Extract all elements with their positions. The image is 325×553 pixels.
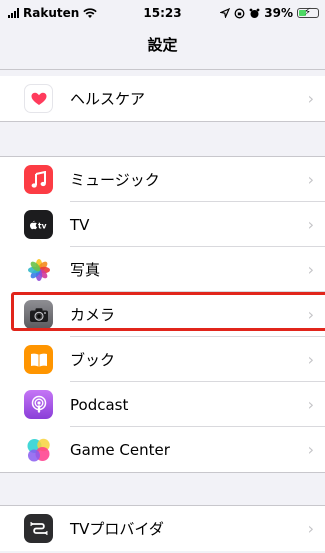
location-arrow-icon — [220, 8, 231, 18]
settings-row-tv-provider[interactable]: TVプロバイダ › — [0, 506, 325, 551]
game-center-icon — [24, 435, 53, 464]
orientation-lock-icon — [234, 8, 245, 18]
apple-tv-icon: tv — [24, 210, 53, 239]
music-note-icon — [24, 165, 53, 194]
chevron-right-icon: › — [307, 170, 314, 189]
settings-group-health: ヘルスケア › — [0, 76, 325, 121]
nav-divider — [0, 69, 325, 70]
battery-percent: 39% — [264, 6, 293, 20]
settings-group-media: ミュージック › tv TV › 写真 › カメラ › ブック › Podcas… — [0, 157, 325, 472]
settings-row-podcast[interactable]: Podcast › — [0, 382, 325, 427]
chevron-right-icon: › — [307, 519, 314, 538]
chevron-right-icon: › — [307, 260, 314, 279]
settings-row-books[interactable]: ブック › — [0, 337, 325, 382]
settings-row-label: TV — [70, 215, 90, 234]
chevron-right-icon: › — [307, 395, 314, 414]
cellular-signal-icon — [8, 8, 19, 18]
settings-row-label: ブック — [70, 351, 116, 369]
group-divider — [0, 121, 325, 122]
page-title: 設定 — [147, 36, 178, 54]
group-divider — [0, 472, 325, 473]
settings-row-label: ヘルスケア — [70, 90, 146, 108]
carrier-label: Rakuten — [23, 6, 80, 20]
heart-icon — [24, 84, 53, 113]
photos-flower-icon — [24, 255, 53, 284]
charging-bolt-icon: ⚡ — [304, 7, 312, 18]
chevron-right-icon: › — [307, 215, 314, 234]
settings-row-label: ミュージック — [70, 171, 160, 189]
settings-row-label: Podcast — [70, 395, 129, 414]
settings-row-label: カメラ — [70, 306, 116, 324]
settings-row-photos[interactable]: 写真 › — [0, 247, 325, 292]
chevron-right-icon: › — [307, 305, 314, 324]
tv-provider-icon — [24, 514, 53, 543]
status-left: Rakuten — [8, 6, 97, 20]
settings-row-camera[interactable]: カメラ › — [0, 292, 325, 337]
podcast-icon — [24, 390, 53, 419]
settings-row-music[interactable]: ミュージック › — [0, 157, 325, 202]
status-bar: Rakuten 15:23 39% ⚡ — [0, 0, 325, 26]
settings-row-label: TVプロバイダ — [70, 520, 164, 538]
alarm-icon — [249, 8, 260, 18]
settings-row-health[interactable]: ヘルスケア › — [0, 76, 325, 121]
settings-row-label: 写真 — [70, 261, 101, 279]
wifi-icon — [83, 7, 97, 18]
battery-icon: ⚡ — [297, 7, 319, 18]
settings-row-game-center[interactable]: Game Center › — [0, 427, 325, 472]
book-icon — [24, 345, 53, 374]
svg-text:tv: tv — [38, 221, 47, 229]
chevron-right-icon: › — [307, 89, 314, 108]
status-right: 39% ⚡ — [220, 6, 319, 20]
chevron-right-icon: › — [307, 350, 314, 369]
settings-row-label: Game Center — [70, 440, 170, 459]
settings-group-provider: TVプロバイダ › — [0, 506, 325, 551]
settings-row-tv[interactable]: tv TV › — [0, 202, 325, 247]
chevron-right-icon: › — [307, 440, 314, 459]
camera-icon — [24, 300, 53, 329]
